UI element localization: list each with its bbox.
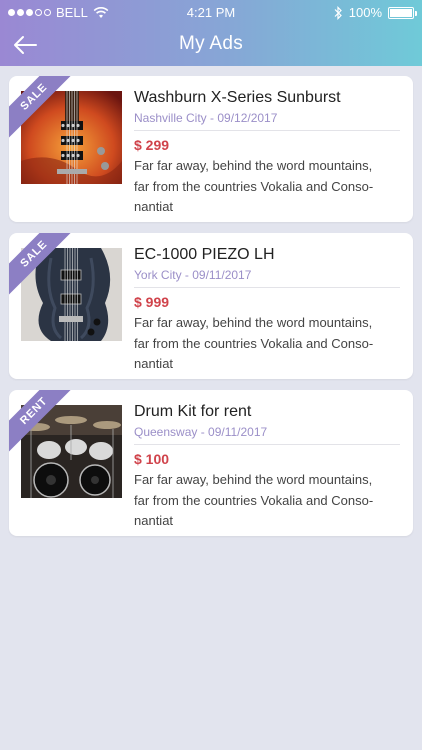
- ad-info: EC-1000 PIEZO LH York City - 09/11/2017 …: [134, 245, 400, 375]
- ad-location-date: Queensway - 09/11/2017: [134, 425, 400, 445]
- desc-line: nantiat: [134, 199, 174, 214]
- ad-price: $ 299: [134, 137, 170, 153]
- page-title: My Ads: [178, 33, 244, 54]
- nav-bar: My Ads: [0, 24, 422, 66]
- ad-location-date: Nashville City - 09/12/2017: [134, 111, 400, 131]
- app-header: BELL 4:21 PM 100% My Ads: [0, 0, 422, 66]
- ad-description: Far far away, behind the word mountains,…: [134, 470, 400, 532]
- desc-line: Far far away, behind the word mountains,: [134, 472, 373, 487]
- bluetooth-icon: [334, 5, 342, 20]
- ad-title: EC-1000 PIEZO LH: [134, 246, 275, 263]
- desc-line: Far far away, behind the word mountains,: [134, 158, 373, 173]
- desc-line: far from the countries Vokalia and Conso…: [134, 335, 374, 351]
- status-right: 100%: [333, 5, 417, 20]
- ad-info: Washburn X-Series Sunburst Nashville Cit…: [134, 88, 400, 218]
- desc-line: nantiat: [134, 356, 174, 371]
- ad-description: Far far away, behind the word mountains,…: [134, 156, 400, 218]
- ad-card[interactable]: SALE EC-1000 PIEZO LH York City - 09/11/…: [9, 233, 413, 379]
- ad-description: Far far away, behind the word mountains,…: [134, 313, 400, 375]
- ad-card[interactable]: RENT Drum Kit for rent Queensway - 09/11…: [9, 390, 413, 536]
- ad-title: Washburn X-Series Sunburst: [134, 89, 341, 106]
- status-bar: BELL 4:21 PM 100%: [0, 0, 422, 24]
- ad-price: $ 100: [134, 451, 170, 467]
- desc-line: far from the countries Vokalia and Conso…: [134, 492, 374, 508]
- ads-list: SALE Washburn X-Series Sunburst Nashvill…: [9, 76, 413, 547]
- ad-price: $ 999: [134, 294, 170, 310]
- desc-line: nantiat: [134, 513, 174, 528]
- ad-title: Drum Kit for rent: [134, 403, 252, 420]
- battery-icon: [388, 6, 417, 19]
- desc-line: Far far away, behind the word mountains,: [134, 315, 373, 330]
- ad-card[interactable]: SALE Washburn X-Series Sunburst Nashvill…: [9, 76, 413, 222]
- ad-location-date: York City - 09/11/2017: [134, 268, 400, 288]
- desc-line: far from the countries Vokalia and Conso…: [134, 178, 374, 194]
- battery-percent: 100%: [348, 5, 382, 20]
- ad-info: Drum Kit for rent Queensway - 09/11/2017…: [134, 402, 400, 532]
